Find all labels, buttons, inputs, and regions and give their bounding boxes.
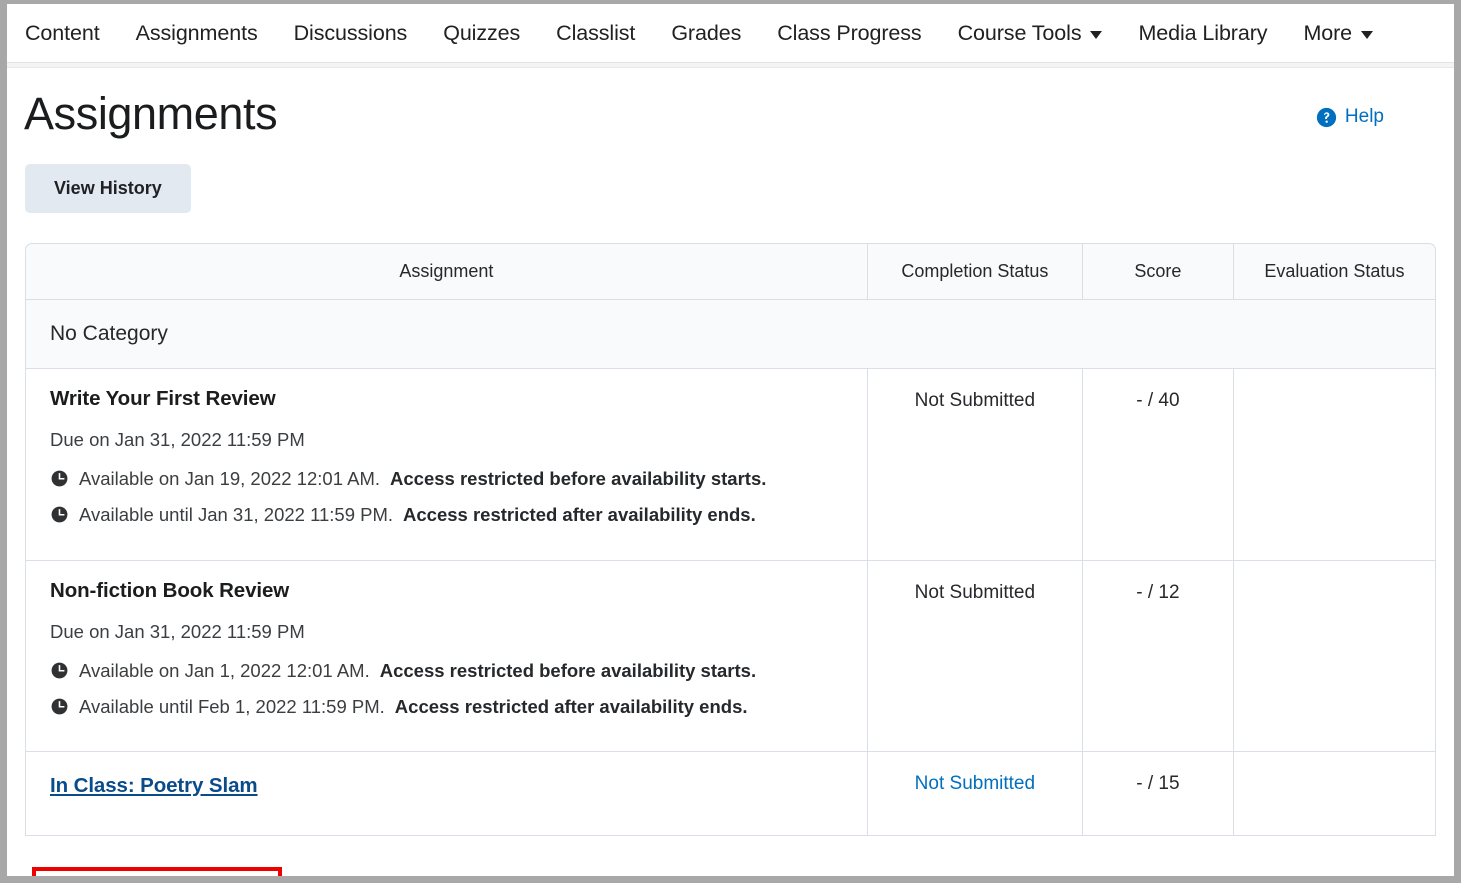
assignment-cell: Non-fiction Book Review Due on Jan 31, 2… [25, 560, 868, 752]
assignments-table-wrap: Assignment Completion Status Score Evalu… [19, 213, 1442, 836]
assignment-title: Non-fiction Book Review [50, 578, 290, 602]
help-label: Help [1344, 106, 1384, 127]
assignment-due-date: Due on Jan 31, 2022 11:59 PM [50, 620, 305, 642]
help-link[interactable]: Help [1316, 106, 1384, 128]
availability-text: Available on Jan 19, 2022 12:01 AM. [79, 468, 381, 490]
completion-status-cell: Not Submitted [867, 560, 1083, 752]
availability-restriction: Access restricted after availability end… [394, 695, 748, 717]
availability-restriction: Access restricted after availability end… [403, 504, 756, 526]
evaluation-status-cell [1233, 751, 1436, 836]
clock-icon [51, 470, 68, 487]
evaluation-status-cell [1233, 560, 1436, 752]
completion-status-cell: Not Submitted [867, 369, 1083, 561]
availability-start-line: Available on Jan 1, 2022 12:01 AM. Acces… [50, 659, 859, 682]
nav-item-label: Classlist [556, 20, 636, 45]
table-row: Non-fiction Book Review Due on Jan 31, 2… [25, 560, 1436, 752]
nav-item-label: Grades [671, 20, 742, 45]
category-label: No Category [25, 300, 1436, 370]
nav-item-course-tools[interactable]: Course Tools [940, 21, 1121, 46]
nav-item-quizzes[interactable]: Quizzes [425, 21, 538, 46]
availability-end-line: Available until Feb 1, 2022 11:59 PM. Ac… [50, 695, 859, 718]
nav-item-label: Content [25, 20, 100, 45]
score-cell: - / 12 [1082, 560, 1234, 752]
nav-item-assignments[interactable]: Assignments [118, 21, 276, 46]
availability-start-line: Available on Jan 19, 2022 12:01 AM. Acce… [50, 467, 859, 490]
chevron-down-icon [1090, 31, 1103, 39]
assignment-title: Write Your First Review [50, 387, 276, 411]
assignment-cell: In Class: Poetry Slam [25, 751, 868, 836]
nav-item-label: Course Tools [957, 20, 1082, 45]
clock-icon [51, 698, 68, 715]
nav-item-grades[interactable]: Grades [653, 21, 759, 46]
nav-item-discussions[interactable]: Discussions [276, 21, 426, 46]
nav-item-label: Media Library [1138, 20, 1268, 45]
availability-text: Available until Jan 31, 2022 11:59 PM. [79, 504, 394, 526]
assignment-cell: Write Your First Review Due on Jan 31, 2… [25, 369, 868, 561]
column-header-assignment[interactable]: Assignment [25, 243, 868, 301]
page-header: Assignments Help [19, 68, 1442, 139]
availability-restriction: Access restricted before availability st… [379, 659, 757, 681]
question-circle-icon [1316, 107, 1337, 127]
evaluation-status-cell [1233, 369, 1436, 561]
annotation-highlight-box [32, 867, 282, 876]
nav-item-label: Class Progress [777, 20, 922, 45]
column-header-score[interactable]: Score [1082, 243, 1234, 301]
chevron-down-icon [1361, 31, 1374, 39]
availability-restriction: Access restricted before availability st… [390, 468, 767, 490]
table-row: Write Your First Review Due on Jan 31, 2… [25, 369, 1436, 561]
nav-item-classlist[interactable]: Classlist [538, 21, 653, 46]
view-history-button[interactable]: View History [25, 164, 191, 214]
availability-text: Available on Jan 1, 2022 12:01 AM. [79, 659, 370, 681]
nav-item-more[interactable]: More [1285, 21, 1391, 46]
nav-item-content[interactable]: Content [18, 21, 118, 46]
availability-end-line: Available until Jan 31, 2022 11:59 PM. A… [50, 503, 859, 526]
page-body: Assignments Help View History Assignment… [7, 68, 1454, 876]
score-cell: - / 40 [1082, 369, 1234, 561]
availability-text: Available until Feb 1, 2022 11:59 PM. [79, 695, 385, 717]
table-row: In Class: Poetry Slam Not Submitted - / … [25, 751, 1436, 836]
assignments-table: Assignment Completion Status Score Evalu… [25, 243, 1436, 836]
course-navbar: Content Assignments Discussions Quizzes … [7, 4, 1454, 63]
nav-item-media-library[interactable]: Media Library [1120, 21, 1285, 46]
completion-status-link[interactable]: Not Submitted [867, 751, 1083, 836]
toolbar: View History [19, 137, 1442, 214]
nav-item-label: More [1303, 20, 1353, 45]
category-row: No Category [25, 300, 1436, 370]
nav-item-label: Discussions [293, 20, 408, 45]
nav-item-class-progress[interactable]: Class Progress [759, 21, 939, 46]
table-header-row: Assignment Completion Status Score Evalu… [25, 243, 1436, 301]
clock-icon [51, 662, 68, 678]
page-title: Assignments [24, 88, 278, 139]
column-header-evaluation-status[interactable]: Evaluation Status [1233, 243, 1436, 301]
score-cell: - / 15 [1082, 751, 1234, 836]
browser-window: Content Assignments Discussions Quizzes … [0, 0, 1461, 883]
column-header-completion-status[interactable]: Completion Status [867, 243, 1083, 301]
clock-icon [51, 506, 68, 523]
assignment-title-link[interactable]: In Class: Poetry Slam [50, 774, 258, 797]
nav-item-label: Assignments [135, 20, 258, 45]
nav-item-label: Quizzes [443, 20, 521, 45]
assignment-due-date: Due on Jan 31, 2022 11:59 PM [50, 429, 305, 451]
